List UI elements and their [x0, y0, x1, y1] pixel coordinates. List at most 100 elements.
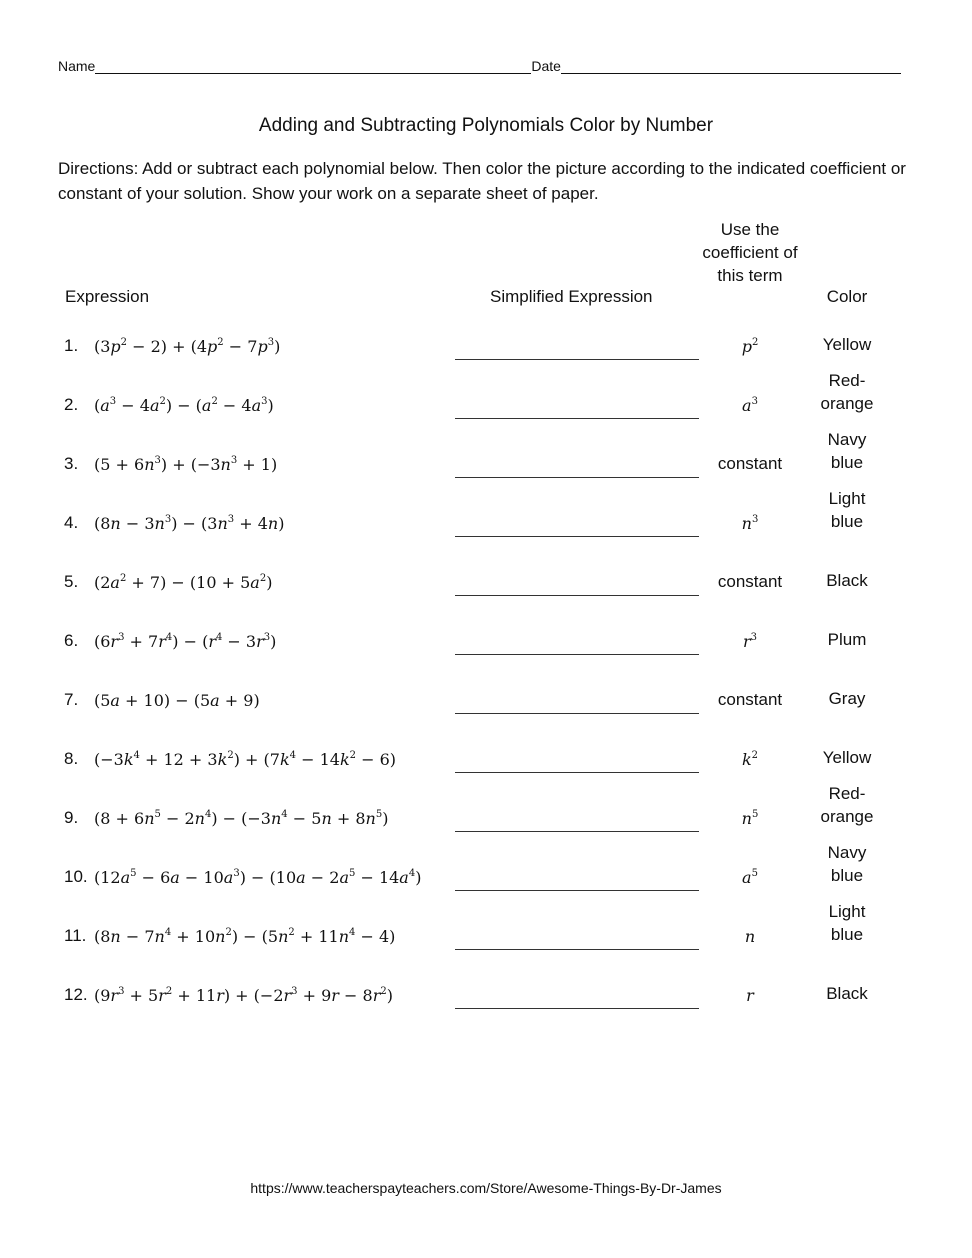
problem-expression: (8n − 7n4 + 10n2) − (5n2 + 11n4 − 4) [94, 927, 395, 946]
problem-number: 12. [64, 985, 88, 1004]
variable: r [110, 632, 119, 651]
variable: n [110, 514, 121, 533]
simplified-answer-line[interactable] [455, 535, 699, 537]
coefficient-term: k2 [700, 750, 800, 769]
expression-text: − 10 [179, 868, 224, 887]
simplified-answer-line[interactable] [455, 417, 699, 419]
expression-text: − 5 [287, 809, 322, 828]
expression-text: − 4 [217, 396, 252, 415]
expression-text: + 9) [219, 691, 260, 710]
problem-expression: (12a5 − 6a − 10a3) − (10a − 2a5 − 14a4) [94, 868, 421, 887]
problem-number: 11. [64, 926, 87, 945]
footer-url: https://www.teacherspayteachers.com/Stor… [250, 1180, 722, 1196]
variable: n [194, 809, 205, 828]
color-label: Yellow [822, 335, 872, 354]
expression-text: ) [382, 809, 389, 828]
date-field-line[interactable] [560, 59, 901, 74]
expression-text: (2 [94, 573, 111, 592]
color-label: Navy blue [827, 843, 867, 885]
variable: r [208, 632, 216, 651]
simplified-answer-line[interactable] [455, 653, 699, 655]
simplified-answer-line[interactable] [455, 594, 699, 596]
expression-text: − 14 [296, 750, 340, 769]
problem-number: 3. [64, 454, 79, 473]
exponent: 3 [750, 632, 758, 643]
variable: k [741, 750, 752, 769]
expression-text: ) − ( [172, 632, 209, 651]
expression-text: (8 [94, 514, 111, 533]
problem-row: 11. (8n − 7n4 + 10n2) − (5n2 + 11n4 − 4) n… [0, 902, 972, 960]
simplified-answer-line[interactable] [455, 1007, 699, 1009]
date-label: Date [531, 58, 561, 74]
expression-text: (3 [94, 337, 111, 356]
expression-text: − 2 [305, 868, 340, 887]
expression-text: (−3 [94, 750, 124, 769]
expression-text: − 6 [136, 868, 171, 887]
variable: n [338, 927, 349, 946]
variable: n [741, 809, 752, 828]
expression-text: (5 + 6 [94, 455, 145, 474]
variable: r [110, 986, 119, 1005]
name-label: Name [58, 58, 96, 74]
variable: r [256, 632, 264, 651]
problem-expression: (8n − 3n3) − (3n3 + 4n) [94, 514, 284, 533]
problem-number: 2. [64, 395, 79, 414]
expression-text: − 8 [338, 986, 373, 1005]
expression-text: ) − ( [165, 396, 202, 415]
problem-expression: (a3 − 4a2) − (a2 − 4a3) [94, 396, 274, 415]
variable: n [144, 455, 155, 474]
expression-text: − 14 [355, 868, 400, 887]
coefficient-term: constant [717, 454, 783, 473]
variable: n [215, 927, 226, 946]
problem-number: 4. [64, 513, 79, 532]
variable: p [741, 337, 752, 356]
variable: a [100, 396, 110, 415]
variable: n [217, 514, 228, 533]
problem-row: 3. (5 + 6n3) + (−3n3 + 1) constant Navy blue [0, 430, 972, 488]
variable: r [158, 632, 166, 651]
expression-text: − 4) [355, 927, 396, 946]
expression-text: (8 [94, 927, 111, 946]
problem-row: 8. (−3k4 + 12 + 3k2) + (7k4 − 14k2 − 6) k2… [0, 725, 972, 783]
expression-text: + 1) [237, 455, 278, 474]
variable: n [365, 809, 376, 828]
color-label: Red-orange [820, 784, 874, 826]
column-header-simplified: Simplified Expression [490, 287, 653, 306]
expression-text: + 7 [124, 632, 159, 651]
problem-number: 9. [64, 808, 79, 827]
coefficient-term: constant [717, 690, 783, 709]
variable: k [217, 750, 228, 769]
coefficient-term: constant [717, 572, 783, 591]
simplified-answer-line[interactable] [455, 358, 699, 360]
coefficient-term: n3 [700, 514, 800, 533]
simplified-answer-line[interactable] [455, 771, 699, 773]
expression-text: ) + (−3 [160, 455, 221, 474]
problem-expression: (2a2 + 7) − (10 + 5a2) [94, 573, 272, 592]
color-label: Plum [827, 630, 867, 649]
variable: a [399, 868, 409, 887]
problem-expression: (3p2 − 2) + (4p2 − 7p3) [94, 337, 280, 356]
simplified-answer-line[interactable] [455, 948, 699, 950]
simplified-answer-line[interactable] [455, 712, 699, 714]
color-label: Light blue [828, 902, 866, 944]
name-field-line[interactable] [95, 59, 532, 74]
expression-text: (5 [94, 691, 111, 710]
variable: n [267, 514, 279, 533]
simplified-answer-line[interactable] [455, 889, 699, 891]
variable: n [220, 455, 231, 474]
expression-text: − 7 [120, 927, 155, 946]
variable: r [331, 986, 339, 1005]
variable: a [120, 868, 131, 887]
simplified-answer-line[interactable] [455, 476, 699, 478]
variable: p [110, 337, 121, 356]
expression-text: − 2 [160, 809, 195, 828]
expression-text: − 3 [222, 632, 257, 651]
variable: a [210, 691, 220, 710]
simplified-answer-line[interactable] [455, 830, 699, 832]
color-label: Light blue [828, 489, 866, 531]
expression-text: + 11 [294, 927, 339, 946]
problem-row: 6. (6r3 + 7r4) − (r4 − 3r3) r3 Plum [0, 607, 972, 665]
directions-text: Directions: Add or subtract each polynom… [58, 159, 906, 203]
expression-text: ) [267, 396, 274, 415]
coefficient-term: a5 [700, 868, 800, 887]
